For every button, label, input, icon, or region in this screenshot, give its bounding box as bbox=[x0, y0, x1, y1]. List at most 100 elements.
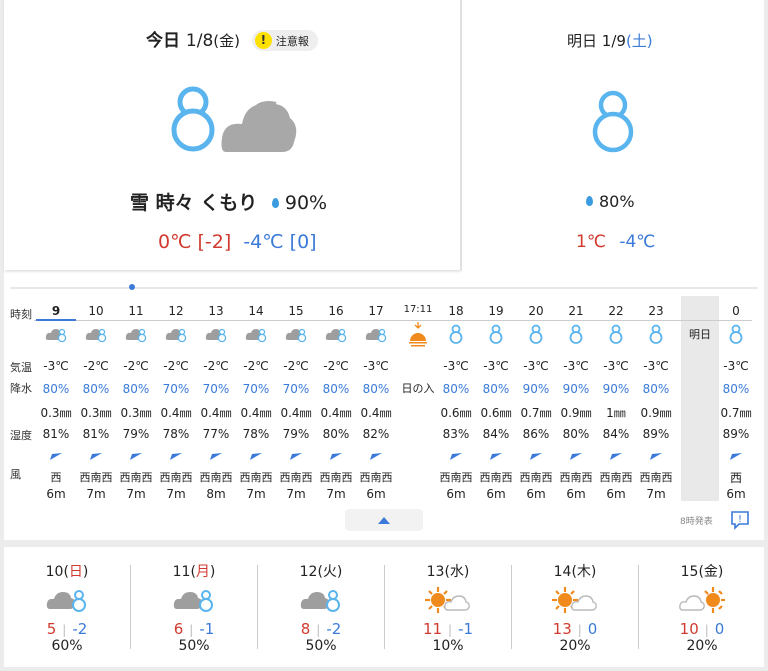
hour-wind-speed: 6m bbox=[46, 487, 66, 501]
hour-precip-amount: 0.9㎜ bbox=[640, 406, 672, 420]
warning-badge[interactable]: ! 注意報 bbox=[251, 30, 318, 51]
hour-time: 17:11 bbox=[403, 304, 433, 315]
hour-temp: -2℃ bbox=[123, 359, 149, 373]
week-day-column[interactable]: 12(火) 8 | -2 50% bbox=[258, 547, 384, 667]
hour-time: 21 bbox=[568, 304, 584, 318]
week-date: 12(火) bbox=[299, 564, 343, 580]
hour-temp: -3℃ bbox=[643, 359, 669, 373]
cloud-snowman-icon bbox=[258, 585, 384, 617]
tomorrow-precip: 80% bbox=[586, 192, 635, 211]
feedback-icon[interactable]: ! bbox=[730, 510, 750, 530]
hour-precip-amount: 0.9㎜ bbox=[560, 406, 592, 420]
week-day-column[interactable]: 14(木) 13 | 0 20% bbox=[512, 547, 638, 667]
today-high: 0℃ bbox=[158, 231, 192, 253]
hour-column: 9 -3℃ 80% 0.3㎜ 81% 西 6m bbox=[36, 296, 76, 506]
snow-cloud-icon bbox=[276, 324, 316, 347]
hour-time: 19 bbox=[488, 304, 504, 318]
sun-cloud-icon bbox=[512, 585, 638, 619]
row-label-temp: 気温 bbox=[10, 361, 32, 374]
today-precip: 90% bbox=[284, 192, 328, 214]
hour-wind-dir: 西南西 bbox=[559, 471, 593, 484]
hour-pop: 90% bbox=[522, 382, 550, 396]
cloud-sun-icon bbox=[639, 585, 765, 619]
hour-wind-dir: 西南西 bbox=[479, 471, 513, 484]
hour-precip-amount: 0.3㎜ bbox=[40, 406, 72, 420]
week-pop: 60% bbox=[51, 638, 83, 654]
snowman-icon bbox=[596, 324, 636, 347]
hour-wind-dir: 西南西 bbox=[119, 471, 153, 484]
hour-precip-amount: 0.4㎜ bbox=[200, 406, 232, 420]
week-date: 15(金) bbox=[680, 564, 724, 580]
scroll-track[interactable] bbox=[10, 287, 758, 289]
hour-wind-speed: 7m bbox=[286, 487, 306, 501]
tomorrow-low: -4℃ bbox=[619, 232, 656, 252]
hour-column: 12 -2℃ 70% 0.4㎜ 78% 西南西 7m bbox=[156, 296, 196, 506]
today-date-value: 1/8 bbox=[185, 31, 214, 51]
week-day-column[interactable]: 11(月) 6 | -1 50% bbox=[131, 547, 257, 667]
week-high: 10 bbox=[679, 620, 699, 638]
hour-precip-amount: 0.4㎜ bbox=[320, 406, 352, 420]
hour-wind-dir: 西南西 bbox=[79, 471, 113, 484]
hour-pop: 80% bbox=[642, 382, 670, 396]
hour-wind-speed: 6m bbox=[486, 487, 506, 501]
chevron-up-icon bbox=[378, 517, 390, 524]
hour-pop: 80% bbox=[442, 382, 470, 396]
hour-wind-speed: 6m bbox=[526, 487, 546, 501]
hour-pop: 80% bbox=[42, 382, 70, 396]
hour-wind-speed: 7m bbox=[166, 487, 186, 501]
hour-wind-dir: 西南西 bbox=[159, 471, 193, 484]
week-temps: 10 | 0 bbox=[679, 620, 725, 638]
today-weather: 雪 時々 くもり 90% bbox=[130, 192, 328, 214]
collapse-button[interactable] bbox=[345, 509, 423, 531]
hour-time: 23 bbox=[648, 304, 664, 318]
week-low: -1 bbox=[458, 620, 474, 638]
hour-temp: -3℃ bbox=[523, 359, 549, 373]
scroll-indicator[interactable] bbox=[129, 284, 135, 290]
hour-pop: 70% bbox=[202, 382, 230, 396]
week-weekday: 木 bbox=[576, 564, 591, 580]
week-weekday: 火 bbox=[322, 564, 337, 580]
hour-pop: 90% bbox=[602, 382, 630, 396]
week-day-column[interactable]: 13(水) 11 | -1 10% bbox=[385, 547, 511, 667]
hour-precip-amount: 0.3㎜ bbox=[80, 406, 112, 420]
hour-time: 16 bbox=[328, 304, 344, 318]
week-day-column[interactable]: 10(日) 5 | -2 60% bbox=[4, 547, 130, 667]
hour-pop: 70% bbox=[162, 382, 190, 396]
hour-wind-speed: 7m bbox=[86, 487, 106, 501]
hour-column: 21 -3℃ 90% 0.9㎜ 80% 西南西 6m bbox=[556, 296, 596, 506]
wind-arrow-icon bbox=[196, 450, 236, 464]
week-day-column[interactable]: 15(金) 10 | 0 20% bbox=[639, 547, 765, 667]
tomorrow-high: 1℃ bbox=[576, 232, 606, 252]
wind-arrow-icon bbox=[636, 450, 676, 464]
week-separator bbox=[384, 565, 385, 649]
hour-precip-amount: 0.3㎜ bbox=[120, 406, 152, 420]
week-high: 13 bbox=[552, 620, 572, 638]
snowman-cloud-icon bbox=[171, 86, 297, 152]
today-panel: 今日 1/8(金) ! 注意報 雪 時々 くもり 90% 0℃ [-2] -4℃ … bbox=[4, 0, 460, 270]
row-label-wind: 風 bbox=[10, 468, 21, 481]
hour-pop: 80% bbox=[322, 382, 350, 396]
snowman-icon bbox=[476, 324, 516, 347]
hourly-table: 時刻 気温 降水 湿度 風 明日 9 -3℃ 80% 0.3㎜ 81% 西 6m 10 -2℃ 8… bbox=[4, 296, 764, 536]
week-date: 14(木) bbox=[553, 564, 597, 580]
hour-wind-dir: 西南西 bbox=[199, 471, 233, 484]
tomorrow-weekday: (土) bbox=[625, 32, 653, 50]
wind-arrow-icon bbox=[276, 450, 316, 464]
hour-temp: -3℃ bbox=[443, 359, 469, 373]
hour-pop: 70% bbox=[282, 382, 310, 396]
week-high: 5 bbox=[46, 620, 57, 638]
sunset-icon bbox=[398, 322, 438, 351]
tomorrow-column-divider: 明日 bbox=[681, 296, 719, 501]
hour-column: 19 -3℃ 80% 0.6㎜ 84% 西南西 6m bbox=[476, 296, 516, 506]
hour-humidity: 82% bbox=[362, 427, 390, 441]
hour-time: 22 bbox=[608, 304, 624, 318]
hour-wind-speed: 6m bbox=[606, 487, 626, 501]
hour-column: 17 -3℃ 80% 0.4㎜ 82% 西南西 6m bbox=[356, 296, 396, 506]
hour-wind-speed: 7m bbox=[326, 487, 346, 501]
wind-arrow-icon bbox=[316, 450, 356, 464]
week-high: 11 bbox=[422, 620, 443, 638]
snowman-icon bbox=[516, 324, 556, 347]
hour-pop: 70% bbox=[242, 382, 270, 396]
hour-humidity: 79% bbox=[282, 427, 310, 441]
tomorrow-panel[interactable]: 明日 1/9(土) 80% 1℃ -4℃ bbox=[462, 0, 764, 270]
